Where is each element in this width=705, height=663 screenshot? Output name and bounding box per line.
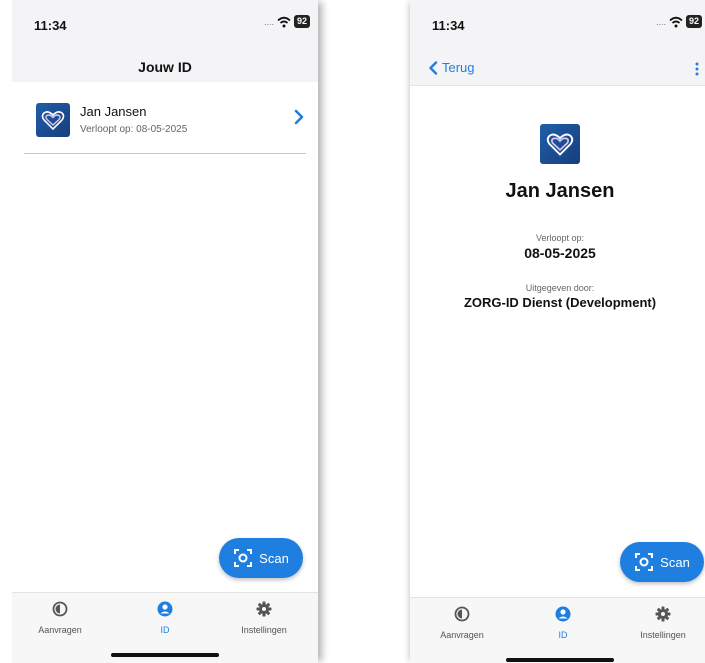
expiry-label: Verloopt op:	[535, 233, 585, 243]
home-indicator	[111, 653, 219, 657]
user-icon	[555, 606, 571, 622]
id-holder-name: Jan Jansen	[80, 104, 147, 119]
phone-id-list-screen: 11:34 .... 92 Jouw ID Jan Jansen Verloop…	[12, 0, 318, 663]
signal-dots-icon: ....	[655, 16, 666, 27]
status-bar: 11:34 .... 92	[410, 0, 705, 52]
scan-button[interactable]: Scan	[620, 542, 704, 582]
nav-label-id: ID	[160, 625, 170, 635]
status-time: 11:34	[34, 18, 67, 33]
nav-tab-instellingen[interactable]: Instellingen	[623, 606, 703, 643]
phone-id-detail-screen: 11:34 .... 92 Terug Jan Jansen Verloopt …	[410, 0, 705, 663]
nav-tab-aanvragen[interactable]: Aanvragen	[422, 606, 502, 643]
nav-tab-aanvragen[interactable]: Aanvragen	[20, 601, 100, 638]
chevron-right-icon	[294, 109, 304, 125]
nav-label-aanvragen: Aanvragen	[38, 625, 82, 635]
status-bar: 11:34 .... 92	[12, 0, 318, 52]
heart-id-icon	[36, 103, 70, 137]
home-indicator	[506, 658, 614, 662]
detail-header: Terug	[410, 52, 705, 86]
id-list: Jan Jansen Verloopt op: 08-05-2025	[12, 82, 318, 154]
id-list-item[interactable]: Jan Jansen Verloopt op: 08-05-2025	[24, 82, 306, 154]
nav-tab-id[interactable]: ID	[523, 606, 603, 643]
back-button[interactable]: Terug	[428, 60, 475, 75]
id-expiry-text: Verloopt op: 08-05-2025	[80, 124, 188, 135]
user-icon	[157, 601, 173, 617]
wifi-icon	[277, 16, 291, 27]
signal-dots-icon: ....	[263, 16, 274, 27]
nav-label-id: ID	[558, 630, 568, 640]
status-time: 11:34	[432, 18, 465, 33]
gear-icon	[256, 601, 272, 617]
more-options-icon[interactable]	[694, 62, 700, 76]
nav-label-instellingen: Instellingen	[241, 625, 287, 635]
back-button-label: Terug	[442, 60, 475, 75]
scan-button-label: Scan	[259, 550, 289, 566]
nav-tab-instellingen[interactable]: Instellingen	[224, 601, 304, 638]
wifi-icon	[669, 16, 683, 27]
status-indicators: .... 92	[656, 15, 702, 28]
gear-icon	[655, 606, 671, 622]
battery-indicator: 92	[293, 15, 310, 28]
aanvragen-icon	[454, 606, 470, 622]
bottom-navigation: Aanvragen ID Instellingen	[12, 592, 318, 663]
scan-button-label: Scan	[660, 554, 690, 570]
bottom-navigation: Aanvragen ID Instellingen	[410, 597, 705, 663]
battery-indicator: 92	[685, 15, 702, 28]
screenshot-canvas: 11:34 .... 92 Jouw ID Jan Jansen Verloop…	[0, 0, 705, 663]
scan-button[interactable]: Scan	[219, 538, 303, 578]
status-indicators: .... 92	[264, 15, 310, 28]
nav-label-instellingen: Instellingen	[640, 630, 686, 640]
nav-label-aanvragen: Aanvragen	[440, 630, 484, 640]
heart-id-icon	[540, 124, 580, 164]
id-detail: Jan Jansen Verloopt op: 08-05-2025 Uitge…	[410, 86, 705, 310]
id-holder-name: Jan Jansen	[505, 180, 615, 202]
page-title: Jouw ID	[138, 59, 192, 75]
expiry-value: 08-05-2025	[524, 245, 596, 261]
chevron-left-icon	[429, 60, 438, 75]
scan-icon	[635, 553, 654, 571]
aanvragen-icon	[52, 601, 68, 617]
issuer-value: ZORG-ID Dienst (Development)	[463, 295, 657, 310]
scan-icon	[234, 549, 253, 567]
issuer-label: Uitgegeven door:	[525, 283, 595, 293]
page-header: Jouw ID	[12, 52, 318, 82]
nav-tab-id[interactable]: ID	[125, 601, 205, 638]
